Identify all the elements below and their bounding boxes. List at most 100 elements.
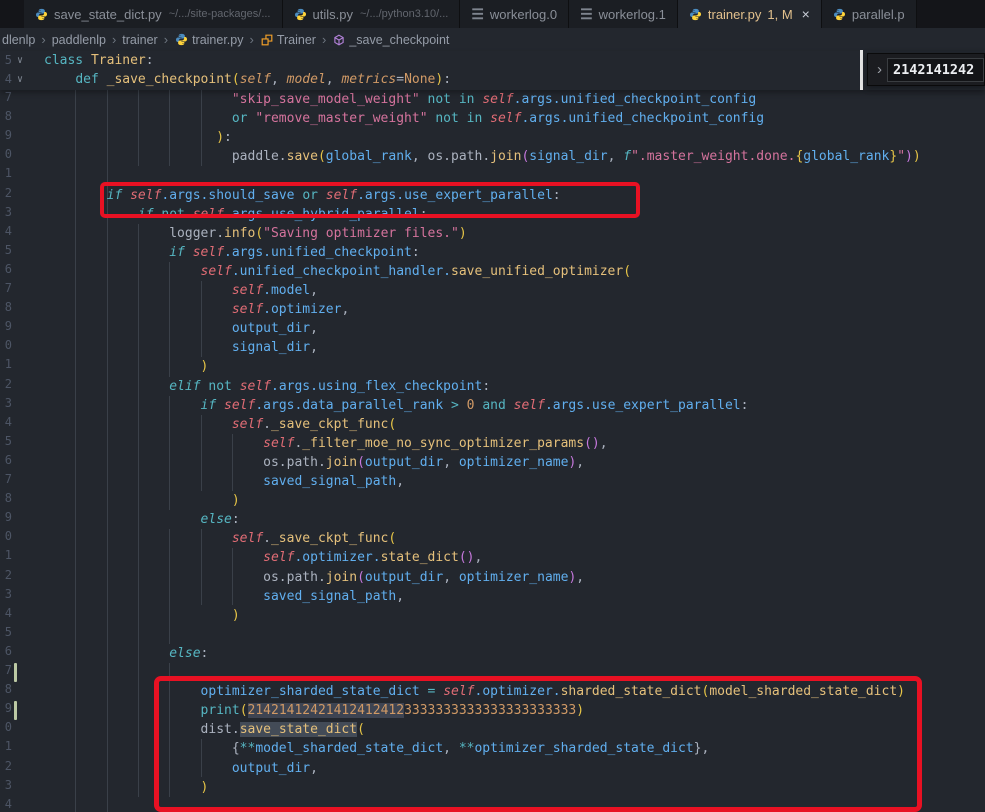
code-line[interactable]: saved_signal_path, <box>44 472 404 491</box>
line-number[interactable]: 9 <box>0 701 12 715</box>
code-line[interactable]: or "remove_master_weight" not in self.ar… <box>44 109 764 128</box>
line-number[interactable]: 5 <box>0 625 12 639</box>
code-line[interactable]: if not self.args.use_hybrid_parallel: <box>44 205 428 224</box>
code-line[interactable]: self.optimizer.state_dict(), <box>44 548 482 567</box>
line-number[interactable]: 6 <box>0 262 12 276</box>
code-line[interactable]: ): <box>44 128 232 147</box>
line-number[interactable]: 7 <box>0 281 12 295</box>
code-line[interactable]: output_dir, <box>44 319 318 338</box>
editor[interactable]: 7 "skip_save_model_weight" not in self.a… <box>0 51 985 812</box>
line-number[interactable]: 0 <box>0 529 12 543</box>
code-line[interactable]: signal_dir, <box>44 338 318 357</box>
breadcrumb-item-trainer.py[interactable]: trainer.py <box>174 33 243 47</box>
code-line[interactable]: optimizer_sharded_state_dict = self.opti… <box>44 682 905 701</box>
tabbar-left-spacer <box>0 0 24 28</box>
code-line[interactable]: else: <box>44 510 240 529</box>
line-number[interactable]: 7 <box>0 90 12 104</box>
code-area[interactable]: 7 "skip_save_model_weight" not in self.a… <box>0 90 985 812</box>
code-line[interactable]: elif not self.args.using_flex_checkpoint… <box>44 377 490 396</box>
line-number[interactable]: 6 <box>0 453 12 467</box>
tab-trainer.py[interactable]: trainer.py1, M× <box>678 0 822 28</box>
line-number[interactable]: 6 <box>0 644 12 658</box>
line-number[interactable]: 2 <box>0 377 12 391</box>
find-toggle-chevron-icon[interactable]: › <box>872 61 887 78</box>
line-number[interactable]: 2 <box>0 568 12 582</box>
sticky-scroll[interactable]: 5∨class Trainer:4∨ def _save_checkpoint(… <box>0 51 985 90</box>
tab-save_state_dict.py[interactable]: save_state_dict.py~/.../site-packages/..… <box>24 0 283 28</box>
code-line[interactable]: self.model, <box>44 281 318 300</box>
code-line[interactable]: if self.args.data_parallel_rank > 0 and … <box>44 396 748 415</box>
code-line[interactable]: os.path.join(output_dir, optimizer_name)… <box>44 568 584 587</box>
line-number[interactable]: 8 <box>0 682 12 696</box>
code-line[interactable]: "skip_save_model_weight" not in self.arg… <box>44 90 756 109</box>
line-number[interactable]: 3 <box>0 396 12 410</box>
code-line[interactable]: if self.args.unified_checkpoint: <box>44 243 420 262</box>
line-number[interactable]: 8 <box>0 300 12 314</box>
line-number[interactable]: 1 <box>0 166 12 180</box>
line-number[interactable]: 4 <box>0 606 12 620</box>
code-line[interactable]: logger.info("Saving optimizer files.") <box>44 224 467 243</box>
line-number[interactable]: 0 <box>0 147 12 161</box>
breadcrumb-item-dlenlp[interactable]: dlenlp <box>2 33 35 47</box>
line-number[interactable]: 2 <box>0 186 12 200</box>
breadcrumb-item-paddlenlp[interactable]: paddlenlp <box>52 33 106 47</box>
code-line[interactable]: if self.args.should_save or self.args.us… <box>44 186 561 205</box>
line-number[interactable]: 4 <box>0 415 12 429</box>
find-input[interactable]: 2142141242 <box>887 58 984 82</box>
line-number[interactable]: 1 <box>0 739 12 753</box>
sticky-line[interactable]: 5∨class Trainer: <box>0 51 985 70</box>
line-number[interactable]: 5 <box>0 434 12 448</box>
tab-workerlog.0[interactable]: ☰workerlog.0 <box>460 0 569 28</box>
code-line[interactable]: saved_signal_path, <box>44 587 404 606</box>
breadcrumb-item-trainer[interactable]: trainer <box>122 33 157 47</box>
tab-utils.py[interactable]: utils.py~/.../python3.10/... <box>283 0 461 28</box>
line-number[interactable]: 3 <box>0 778 12 792</box>
code-line[interactable]: paddle.save(global_rank, os.path.join(si… <box>44 147 921 166</box>
line-number[interactable]: 9 <box>0 319 12 333</box>
line-number[interactable]: 4 <box>0 224 12 238</box>
line-number[interactable]: 8 <box>0 491 12 505</box>
code-line[interactable]: ) <box>44 606 240 625</box>
code-line[interactable]: dist.save_state_dict( <box>44 720 365 739</box>
code-line[interactable]: self._save_ckpt_func( <box>44 529 396 548</box>
code-line[interactable]: output_dir, <box>44 759 318 778</box>
tab-description: ~/.../python3.10/... <box>360 8 448 20</box>
fold-chevron-icon[interactable]: ∨ <box>17 51 23 70</box>
line-number[interactable]: 2 <box>0 759 12 773</box>
code-line[interactable]: ) <box>44 778 208 797</box>
code-line[interactable]: self._filter_moe_no_sync_optimizer_param… <box>44 434 608 453</box>
line-number[interactable]: 9 <box>0 510 12 524</box>
line-number[interactable]: 3 <box>0 205 12 219</box>
find-resize-sash[interactable] <box>860 50 863 90</box>
code-line[interactable]: os.path.join(output_dir, optimizer_name)… <box>44 453 584 472</box>
code-line[interactable]: {**model_sharded_state_dict, **optimizer… <box>44 739 709 758</box>
line-number[interactable]: 4 <box>0 797 12 811</box>
code-line[interactable]: self.optimizer, <box>44 300 349 319</box>
code-line[interactable]: ) <box>44 357 208 376</box>
tab-workerlog.1[interactable]: ☰workerlog.1 <box>569 0 678 28</box>
fold-chevron-icon[interactable]: ∨ <box>17 70 23 89</box>
line-number[interactable]: 1 <box>0 548 12 562</box>
line-number[interactable]: 3 <box>0 587 12 601</box>
line-number[interactable]: 0 <box>0 338 12 352</box>
line-number[interactable]: 9 <box>0 128 12 142</box>
line-number[interactable]: 0 <box>0 720 12 734</box>
tab-label: save_state_dict.py <box>54 7 162 22</box>
line-number[interactable]: 5 <box>0 243 12 257</box>
code-line[interactable]: ) <box>44 491 240 510</box>
code-line[interactable]: self.unified_checkpoint_handler.save_uni… <box>44 262 631 281</box>
line-number[interactable]: 7 <box>0 663 12 677</box>
sticky-line[interactable]: 4∨ def _save_checkpoint(self, model, met… <box>0 70 985 89</box>
line-number[interactable]: 5 <box>0 51 12 70</box>
tab-parallel.p[interactable]: parallel.p <box>822 0 917 28</box>
tab-close-icon[interactable]: × <box>802 7 810 21</box>
code-line[interactable]: print(2142141242141241241233333333333333… <box>44 701 584 720</box>
line-number[interactable]: 8 <box>0 109 12 123</box>
line-number[interactable]: 7 <box>0 472 12 486</box>
line-number[interactable]: 1 <box>0 357 12 371</box>
code-line[interactable]: else: <box>44 644 208 663</box>
breadcrumb-item-_save_checkpoint[interactable]: _save_checkpoint <box>332 33 449 47</box>
breadcrumb-item-Trainer[interactable]: Trainer <box>260 33 316 47</box>
line-number[interactable]: 4 <box>0 70 12 89</box>
code-line[interactable]: self._save_ckpt_func( <box>44 415 396 434</box>
